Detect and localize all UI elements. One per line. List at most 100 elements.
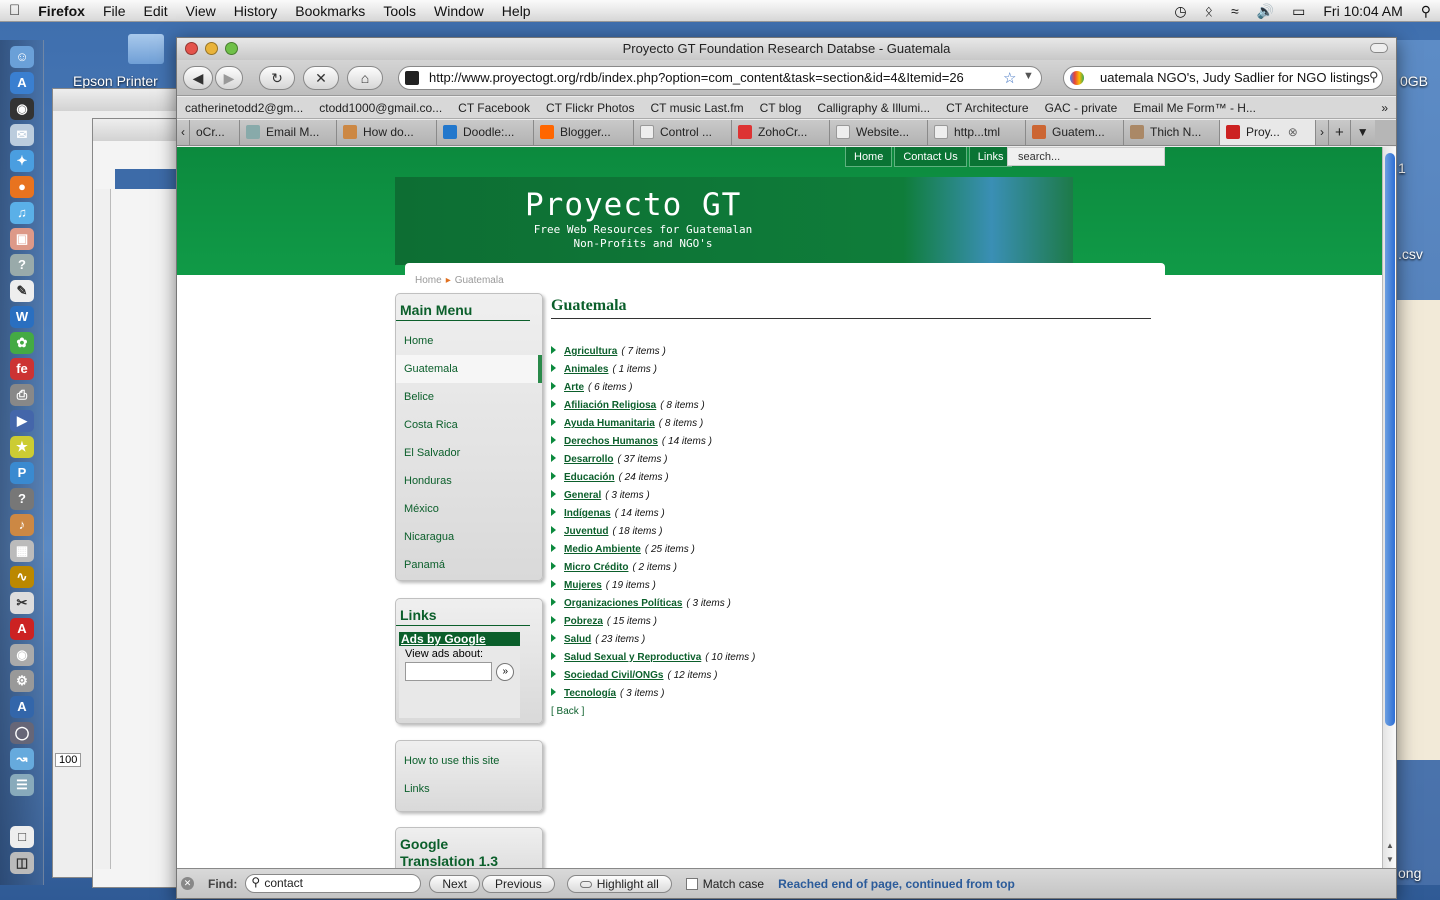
tab[interactable]: http...tml	[928, 120, 1026, 145]
reload-button[interactable]: ↻	[259, 66, 295, 90]
minimize-window-button[interactable]	[205, 42, 218, 55]
imovie-icon[interactable]: ▶	[10, 410, 34, 432]
time-machine-icon[interactable]: ◷	[1165, 3, 1195, 20]
category-link[interactable]: Pobreza	[564, 616, 603, 627]
tab[interactable]: Email M...	[240, 120, 337, 145]
category-link[interactable]: Ayuda Humanitaria	[564, 418, 655, 429]
menu-file[interactable]: File	[94, 3, 135, 19]
tab[interactable]: Blogger...	[534, 120, 634, 145]
tab-active[interactable]: Proy... ⊗	[1220, 120, 1316, 145]
tab[interactable]: Website...	[830, 120, 928, 145]
breadcrumb-home[interactable]: Home	[415, 275, 442, 286]
close-find-bar-icon[interactable]: ✕	[181, 877, 194, 890]
match-case-checkbox[interactable]	[685, 877, 698, 890]
bookmark-item[interactable]: Email Me Form™ - H...	[1125, 101, 1264, 115]
app-store-icon[interactable]: A	[10, 72, 34, 94]
safari-icon[interactable]: ✦	[10, 150, 34, 172]
volume-icon[interactable]: 🔊	[1248, 3, 1283, 20]
camera-icon[interactable]: ◯	[10, 722, 34, 744]
url-history-dropdown-icon[interactable]: ▼	[1023, 70, 1034, 82]
preferences-icon[interactable]: ⚙	[10, 670, 34, 692]
new-tab-button[interactable]: +	[1329, 120, 1351, 145]
question-app-icon[interactable]: ?	[10, 488, 34, 510]
bookmark-item[interactable]: catherinetodd2@gm...	[177, 101, 311, 115]
tab[interactable]: Guatem...	[1026, 120, 1124, 145]
wifi-icon[interactable]: ≈	[1222, 3, 1248, 19]
tab[interactable]: oCr...	[190, 120, 240, 145]
category-link[interactable]: Tecnología	[564, 688, 616, 699]
menu-edit[interactable]: Edit	[135, 3, 177, 19]
category-link[interactable]: Desarrollo	[564, 454, 613, 465]
bookmark-item[interactable]: CT Architecture	[938, 101, 1036, 115]
finder-icon[interactable]: ☺	[10, 46, 34, 68]
menu-help[interactable]: Help	[493, 3, 540, 19]
acrobat-icon[interactable]: A	[10, 618, 34, 640]
spotlight-icon[interactable]: ⚲	[1412, 3, 1440, 20]
category-link[interactable]: Salud	[564, 634, 591, 645]
menu-item-nicaragua[interactable]: Nicaragua	[396, 523, 542, 551]
snake-icon[interactable]: ∿	[10, 566, 34, 588]
category-link[interactable]: General	[564, 490, 601, 501]
menu-item-panama[interactable]: Panamá	[396, 551, 542, 579]
printer-icon[interactable]: ⎙	[10, 384, 34, 406]
help-icon[interactable]: ?	[10, 254, 34, 276]
photo-icon[interactable]: ▣	[10, 228, 34, 250]
site-search-input[interactable]: search...	[1007, 147, 1165, 166]
ads-search-input[interactable]	[405, 662, 493, 681]
itunes-icon[interactable]: ♫	[10, 202, 34, 224]
textedit-icon[interactable]: ✎	[10, 280, 34, 302]
search-engine-icon[interactable]	[1070, 71, 1084, 85]
background-right-window[interactable]	[1396, 300, 1440, 760]
scrollbar-thumb[interactable]	[1385, 153, 1395, 726]
category-link[interactable]: Educación	[564, 472, 615, 483]
font-app-icon[interactable]: fe	[10, 358, 34, 380]
apple-icon[interactable]: 	[0, 2, 29, 19]
trash-icon[interactable]: ◫	[10, 852, 34, 874]
menu-item-how-to-use[interactable]: How to use this site	[396, 747, 542, 775]
bookmarks-overflow-icon[interactable]: »	[1373, 101, 1396, 115]
search-go-icon[interactable]: ⚲	[1369, 69, 1379, 85]
background-document-window[interactable]	[92, 118, 182, 888]
preview-icon[interactable]: ▦	[10, 540, 34, 562]
bookmark-item[interactable]: CT music Last.fm	[642, 101, 751, 115]
ace-icon[interactable]: A	[10, 696, 34, 718]
menu-app-name[interactable]: Firefox	[29, 3, 94, 19]
scanner-icon[interactable]: ↝	[10, 748, 34, 770]
ads-go-button[interactable]: »	[496, 662, 514, 681]
back-link[interactable]: [ Back ]	[551, 706, 584, 717]
menu-item-honduras[interactable]: Honduras	[396, 467, 542, 495]
disk-utility-icon[interactable]: ◉	[10, 644, 34, 666]
tab-scroll-right-icon[interactable]: ›	[1316, 120, 1329, 145]
leaf-app-icon[interactable]: ✿	[10, 332, 34, 354]
close-window-button[interactable]	[185, 42, 198, 55]
scroll-down-arrow-icon[interactable]: ▼	[1386, 855, 1394, 864]
nav-contact-link[interactable]: Contact Us	[894, 147, 967, 167]
nav-links-link[interactable]: Links	[968, 147, 1013, 167]
category-link[interactable]: Juventud	[564, 526, 608, 537]
category-link[interactable]: Arte	[564, 382, 584, 393]
menu-item-links[interactable]: Links	[396, 775, 542, 803]
stop-button[interactable]: ✕	[303, 66, 339, 90]
mail-icon[interactable]: ✉	[10, 124, 34, 146]
star-app-icon[interactable]: ★	[10, 436, 34, 458]
menu-item-mexico[interactable]: México	[396, 495, 542, 523]
word-icon[interactable]: W	[10, 306, 34, 328]
stack-icon[interactable]: ☰	[10, 774, 34, 796]
find-previous-button[interactable]: Previous	[482, 874, 555, 893]
find-next-button[interactable]: Next	[429, 874, 481, 893]
zoom-window-button[interactable]	[225, 42, 238, 55]
category-link[interactable]: Micro Crédito	[564, 562, 628, 573]
tab-close-icon[interactable]: ⊗	[1288, 125, 1298, 139]
menu-item-home[interactable]: Home	[396, 327, 542, 355]
scissors-icon[interactable]: ✂	[10, 592, 34, 614]
menubar-clock[interactable]: Fri 10:04 AM	[1314, 3, 1411, 19]
back-button[interactable]: ◀	[183, 66, 213, 90]
category-link[interactable]: Derechos Humanos	[564, 436, 658, 447]
forward-button[interactable]: ▶	[215, 66, 243, 90]
tab[interactable]: Thich N...	[1124, 120, 1220, 145]
tab[interactable]: Doodle:...	[437, 120, 534, 145]
bookmark-item[interactable]: ctodd1000@gmail.co...	[311, 101, 450, 115]
tab[interactable]: How do...	[337, 120, 437, 145]
tab[interactable]: ZohoCr...	[732, 120, 830, 145]
menu-tools[interactable]: Tools	[374, 3, 425, 19]
